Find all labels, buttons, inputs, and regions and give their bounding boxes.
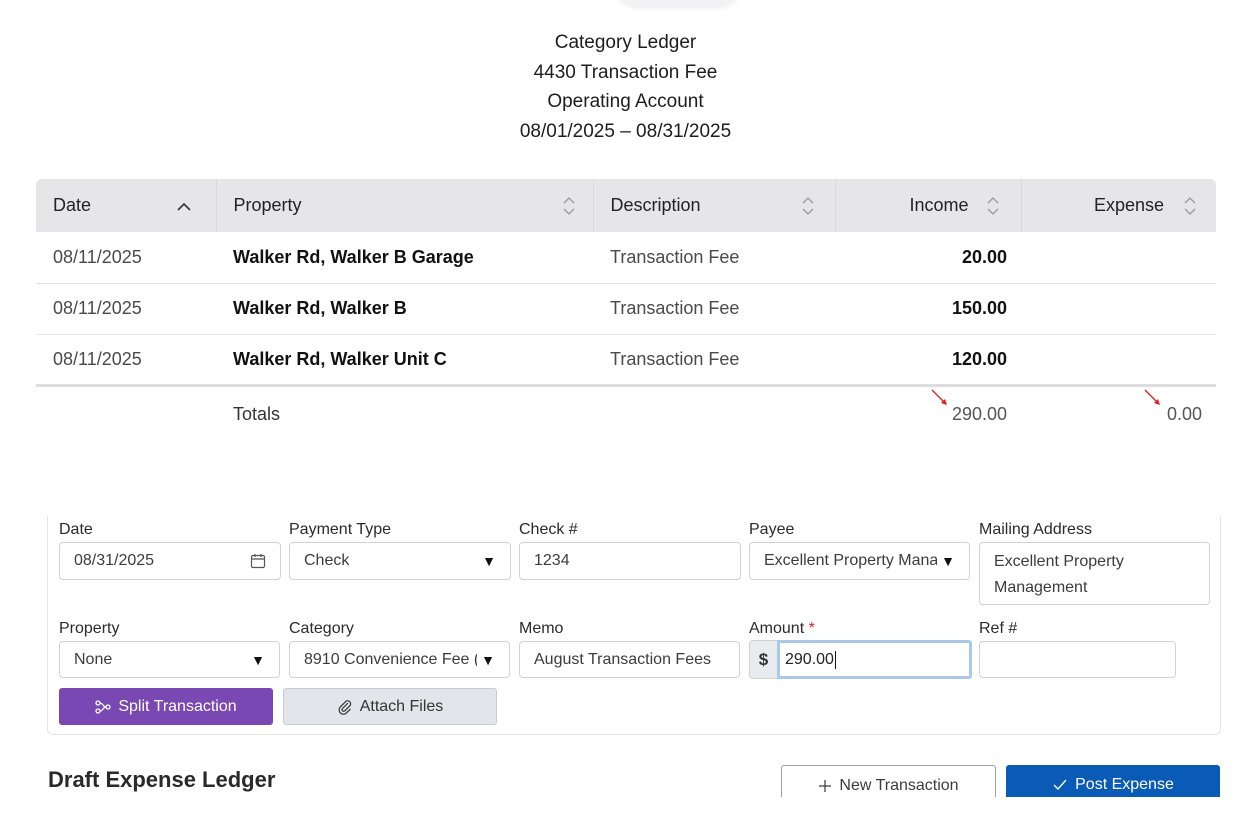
ref-number-input[interactable] bbox=[979, 641, 1176, 678]
draft-ledger-title: Draft Expense Ledger bbox=[48, 767, 276, 792]
row-description: Transaction Fee bbox=[593, 283, 835, 335]
payee-select[interactable]: Excellent Property Management ▼ bbox=[749, 542, 970, 580]
memo-input[interactable]: August Transaction Fees bbox=[519, 641, 740, 678]
plus-icon bbox=[819, 779, 832, 792]
row-expense bbox=[1021, 232, 1216, 284]
required-asterisk: * bbox=[808, 620, 815, 637]
mailing-address-field[interactable]: Excellent Property Management bbox=[979, 542, 1210, 605]
paperclip-icon bbox=[338, 699, 351, 715]
calendar-icon[interactable] bbox=[250, 553, 266, 569]
report-title: Category Ledger bbox=[554, 32, 697, 53]
table-row: 08/11/2025 Walker Rd, Walker B Garage Tr… bbox=[36, 232, 1216, 284]
expense-form: Date 08/31/2025 Payment Type Check ▼ Che… bbox=[47, 516, 1221, 735]
row-description: Transaction Fee bbox=[593, 232, 835, 284]
row-income: 150.00 bbox=[835, 283, 1021, 335]
column-header-income[interactable]: Income bbox=[834, 179, 1021, 232]
row-property[interactable]: Walker Rd, Walker B Garage bbox=[216, 232, 593, 284]
split-transaction-button[interactable]: Split Transaction bbox=[59, 688, 273, 725]
row-expense bbox=[1021, 334, 1216, 387]
split-icon bbox=[95, 699, 112, 714]
amount-field[interactable]: $ 290.00 bbox=[749, 640, 972, 679]
amount-label: Amount * bbox=[749, 620, 815, 637]
table-row: 08/11/2025 Walker Rd, Walker Unit C Tran… bbox=[36, 334, 1216, 387]
column-header-property[interactable]: Property bbox=[215, 179, 593, 232]
totals-income: 290.00 bbox=[951, 404, 1007, 425]
dropdown-caret-icon: ▼ bbox=[482, 553, 496, 569]
date-label: Date bbox=[59, 521, 93, 538]
checkmark-icon bbox=[1053, 779, 1067, 791]
dropdown-caret-icon: ▼ bbox=[941, 553, 955, 569]
report-period: 08/01/2025 – 08/31/2025 bbox=[519, 120, 732, 142]
currency-prefix: $ bbox=[749, 640, 777, 679]
annotation-arrow-icon bbox=[931, 389, 947, 405]
report-category: 4430 Transaction Fee bbox=[533, 61, 718, 83]
row-property[interactable]: Walker Rd, Walker B bbox=[216, 283, 593, 335]
totals-row: Totals 290.00 0.00 bbox=[36, 385, 1216, 443]
check-number-input[interactable]: 1234 bbox=[519, 542, 741, 580]
date-input[interactable]: 08/31/2025 bbox=[59, 542, 281, 580]
dropdown-caret-icon: ▼ bbox=[481, 651, 495, 668]
sort-unsorted-icon bbox=[563, 196, 574, 215]
column-header-expense[interactable]: Expense bbox=[1020, 179, 1216, 232]
table-row: 08/11/2025 Walker Rd, Walker B Transacti… bbox=[36, 283, 1216, 335]
payee-label: Payee bbox=[749, 521, 795, 538]
row-description: Transaction Fee bbox=[593, 334, 835, 387]
sort-unsorted-icon bbox=[802, 196, 813, 215]
report-header: Category Ledger 4430 Transaction Fee Ope… bbox=[0, 28, 1251, 146]
memo-label: Memo bbox=[519, 620, 564, 637]
row-date: 08/11/2025 bbox=[36, 283, 216, 335]
payment-type-label: Payment Type bbox=[289, 521, 391, 538]
row-income: 20.00 bbox=[835, 232, 1021, 284]
row-property[interactable]: Walker Rd, Walker Unit C bbox=[216, 334, 593, 387]
column-header-description[interactable]: Description bbox=[592, 179, 835, 232]
mailing-address-label: Mailing Address bbox=[979, 521, 1092, 538]
category-select[interactable]: 8910 Convenience Fee (Non-Refundable) ▼ bbox=[289, 641, 510, 678]
report-account: Operating Account bbox=[547, 91, 704, 112]
annotation-arrow-icon bbox=[1144, 389, 1160, 405]
totals-label: Totals bbox=[233, 404, 281, 425]
bottom-edge bbox=[0, 797, 1251, 820]
ref-number-label: Ref # bbox=[979, 620, 1018, 637]
sort-ascending-icon bbox=[176, 202, 191, 211]
row-income: 120.00 bbox=[835, 334, 1021, 387]
attach-files-button[interactable]: Attach Files bbox=[283, 688, 497, 725]
totals-expense: 0.00 bbox=[1166, 404, 1202, 425]
amount-input[interactable]: 290.00 bbox=[777, 640, 972, 679]
category-label: Category bbox=[289, 620, 354, 637]
column-header-date[interactable]: Date bbox=[36, 179, 216, 232]
row-date: 08/11/2025 bbox=[36, 232, 216, 284]
text-cursor bbox=[834, 650, 836, 669]
row-date: 08/11/2025 bbox=[36, 334, 216, 387]
category-ledger-table: Date Property Description Income Expense bbox=[36, 179, 1216, 443]
sort-unsorted-icon bbox=[987, 196, 998, 215]
check-number-label: Check # bbox=[519, 521, 578, 538]
dropdown-caret-icon: ▼ bbox=[251, 651, 265, 668]
top-decoration bbox=[612, 0, 744, 6]
sort-unsorted-icon bbox=[1184, 196, 1196, 215]
property-select[interactable]: None ▼ bbox=[59, 641, 280, 678]
row-expense bbox=[1021, 283, 1216, 335]
payment-type-select[interactable]: Check ▼ bbox=[289, 542, 511, 580]
property-label: Property bbox=[59, 620, 120, 637]
